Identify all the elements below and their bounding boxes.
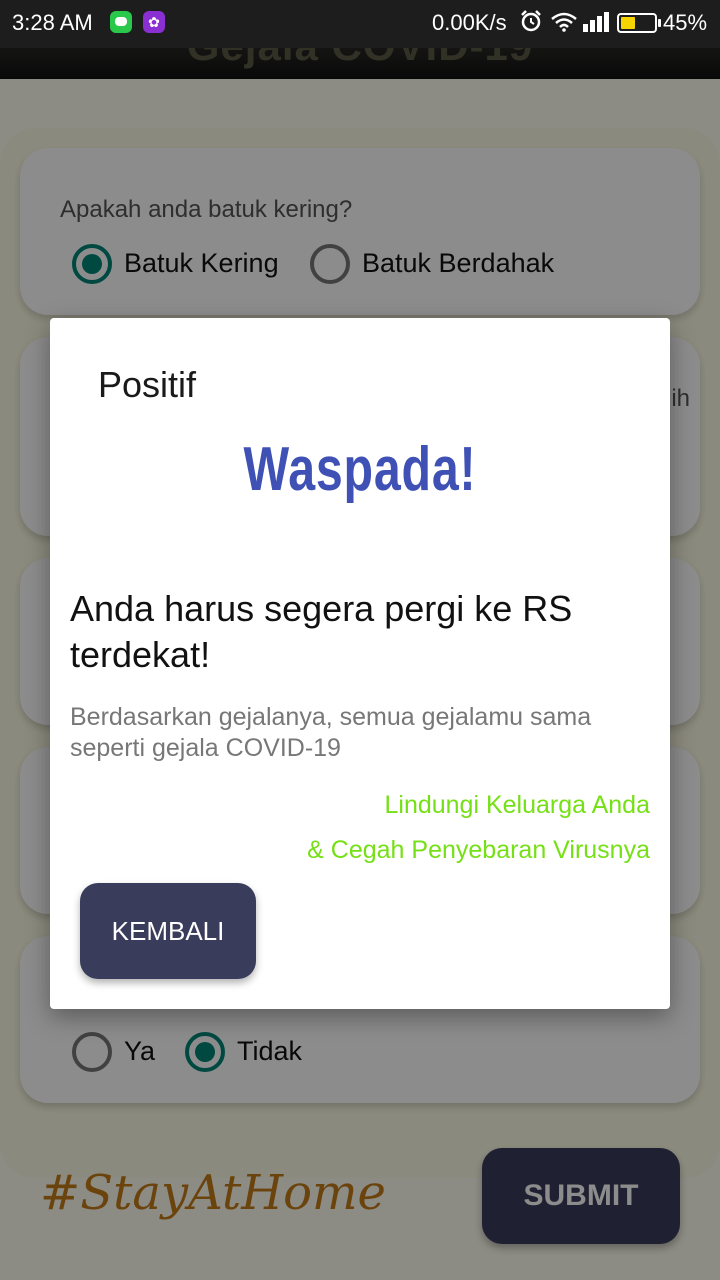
result-dialog: Positif Waspada! Anda harus segera pergi… bbox=[50, 318, 670, 1009]
dialog-tagline-1: Lindungi Keluarga Anda bbox=[384, 791, 650, 819]
signal-icon bbox=[583, 12, 609, 32]
dialog-title: Positif bbox=[98, 364, 197, 405]
warning-heading: Waspada! bbox=[243, 435, 477, 504]
status-bar: 3:28 AM ✿ 0.00K/s 45% bbox=[0, 0, 720, 48]
battery-percent: 45% bbox=[663, 10, 708, 35]
battery-level bbox=[621, 17, 636, 29]
battery-icon bbox=[617, 13, 661, 33]
back-button[interactable]: KEMBALI bbox=[80, 883, 256, 979]
alarm-icon bbox=[521, 10, 541, 32]
wifi-icon bbox=[551, 12, 577, 32]
dialog-description: Berdasarkan gejalanya, semua gejalamu sa… bbox=[70, 703, 592, 762]
network-speed: 0.00K/s bbox=[432, 10, 507, 35]
messenger-app-icon bbox=[110, 11, 132, 33]
dialog-message: Anda harus segera pergi ke RS terdekat! bbox=[70, 588, 573, 675]
dialog-tagline-2: & Cegah Penyebaran Virusnya bbox=[307, 836, 650, 864]
status-time: 3:28 AM bbox=[12, 10, 93, 35]
cleaner-app-icon: ✿ bbox=[143, 11, 165, 33]
